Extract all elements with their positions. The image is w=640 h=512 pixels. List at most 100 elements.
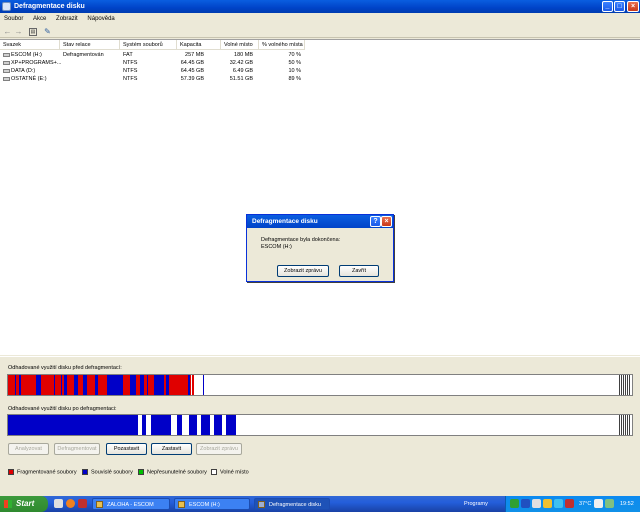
tray-icon[interactable] <box>532 499 541 508</box>
free-space: 180 MB <box>234 52 253 58</box>
legend-swatch <box>82 469 88 475</box>
stop-button[interactable]: Zastavit <box>151 443 192 455</box>
properties-icon[interactable]: ▤ <box>29 28 37 36</box>
free-space: 6.49 GB <box>232 68 253 74</box>
dialog-volume: ESCOM (H:) <box>261 244 292 250</box>
folder-icon <box>96 501 103 508</box>
cluster-segment <box>188 375 190 395</box>
table-row[interactable]: XP+PROGRAMS+... NTFS 64.45 GB 32.42 GB 5… <box>0 59 320 67</box>
close-button[interactable]: × <box>627 1 639 12</box>
temperature: 37°C <box>579 501 592 507</box>
cluster-segment <box>201 415 210 435</box>
capacity: 57.39 GB <box>180 76 204 82</box>
after-defrag-label: Odhadované využití disku po defragmentac… <box>8 406 117 412</box>
system-tray: 37°C 19:52 <box>505 496 640 512</box>
before-defrag-label: Odhadované využití disku před defragment… <box>8 365 122 371</box>
tray-icon[interactable] <box>594 499 603 508</box>
help-icon[interactable]: ? <box>370 216 381 227</box>
start-button[interactable]: Start <box>0 496 48 512</box>
table-row[interactable]: DATA (D:) NTFS 64.45 GB 6.49 GB 10 % <box>0 67 320 75</box>
toolbar: ← → ▤ ✎ <box>0 25 640 38</box>
percent-free: 70 % <box>288 52 301 58</box>
dialog-message: Defragmentace byla dokončena: <box>261 237 341 243</box>
cluster-segment <box>214 415 222 435</box>
column-capacity[interactable]: Kapacita <box>177 40 221 50</box>
free-space: 51.51 GB <box>229 76 253 82</box>
cluster-segment <box>621 415 622 435</box>
volume-name: ESCOM (H:) <box>11 52 42 58</box>
tray-icon[interactable] <box>521 499 530 508</box>
table-row[interactable]: ESCOM (H:) Defragmentován FAT 257 MB 180… <box>0 51 320 59</box>
file-system: NTFS <box>123 60 138 66</box>
menu-soubor[interactable]: Soubor <box>0 13 27 25</box>
tray-icon[interactable] <box>543 499 552 508</box>
taskbar: Start ZALOHA - ESCOM ESCOM (H:) Defragme… <box>0 496 640 512</box>
cluster-segment <box>619 375 620 395</box>
cluster-segment <box>151 415 171 435</box>
analyze-button[interactable]: Analyzovat <box>8 443 49 455</box>
column-free-space[interactable]: Volné místo <box>221 40 259 50</box>
tray-icon[interactable] <box>554 499 563 508</box>
legend-label: Souvislé soubory <box>91 469 133 476</box>
maximize-button[interactable]: □ <box>614 1 625 12</box>
media-icon[interactable] <box>78 499 87 508</box>
after-defrag-map <box>7 414 633 436</box>
volume-list: Svazek Stav relace Systém souborů Kapaci… <box>0 39 640 355</box>
task-zaloha[interactable]: ZALOHA - ESCOM <box>92 498 170 510</box>
drive-icon <box>3 68 10 73</box>
drive-icon <box>3 76 10 81</box>
column-percent-free[interactable]: % volného místa <box>259 40 305 50</box>
pause-button[interactable]: Pozastavit <box>106 443 147 455</box>
legend-swatch <box>8 469 14 475</box>
menu-napoveda[interactable]: Nápověda <box>83 13 118 25</box>
volume-name: XP+PROGRAMS+... <box>11 60 62 66</box>
tray-icon[interactable] <box>510 499 519 508</box>
cluster-segment <box>621 375 622 395</box>
task-defrag[interactable]: Defragmentace disku <box>254 498 330 510</box>
cluster-segment <box>623 375 624 395</box>
help-icon[interactable]: ✎ <box>43 27 52 36</box>
firefox-icon[interactable] <box>66 499 75 508</box>
defrag-app-icon <box>2 2 11 11</box>
menu-akce[interactable]: Akce <box>29 13 50 25</box>
legend-label: Nepřesunutelné soubory <box>147 469 207 476</box>
main-window: Defragmentace disku _ □ × Soubor Akce Zo… <box>0 0 640 496</box>
column-session-status[interactable]: Stav relace <box>60 40 120 50</box>
forward-arrow-icon[interactable]: → <box>14 27 23 36</box>
menu-zobrazit[interactable]: Zobrazit <box>52 13 82 25</box>
completion-dialog: Defragmentace disku ? × Defragmentace by… <box>246 214 394 282</box>
task-label: Defragmentace disku <box>269 502 321 508</box>
column-file-system[interactable]: Systém souborů <box>120 40 177 50</box>
clock: 19:52 <box>620 501 634 507</box>
cluster-segment <box>189 415 197 435</box>
file-system: NTFS <box>123 68 138 74</box>
legend-label: Fragmentované soubory <box>17 469 77 476</box>
quicklaunch-icon[interactable] <box>54 499 63 508</box>
cluster-segment <box>226 415 236 435</box>
file-system: NTFS <box>123 76 138 82</box>
dialog-close-icon[interactable]: × <box>381 216 392 227</box>
task-escom[interactable]: ESCOM (H:) <box>174 498 250 510</box>
capacity: 257 MB <box>185 52 204 58</box>
back-arrow-icon[interactable]: ← <box>3 27 12 36</box>
defragment-button[interactable]: Defragmentovat <box>54 443 100 455</box>
dialog-close-button[interactable]: Zavřít <box>339 265 379 277</box>
column-volume[interactable]: Svazek <box>0 40 60 50</box>
legend-swatch <box>211 469 217 475</box>
title-bar[interactable]: Defragmentace disku _ □ × <box>0 0 640 13</box>
before-defrag-map <box>7 374 633 396</box>
view-report-button[interactable]: Zobrazit zprávu <box>196 443 242 455</box>
volume-name: OSTATNÉ (E:) <box>11 76 47 82</box>
tray-icon[interactable] <box>565 499 574 508</box>
free-space: 32.42 GB <box>229 60 253 66</box>
show-report-button[interactable]: Zobrazit zprávu <box>277 265 329 277</box>
table-row[interactable]: OSTATNÉ (E:) NTFS 57.39 GB 51.51 GB 89 % <box>0 75 320 83</box>
legend-label: Volné místo <box>220 469 249 476</box>
programs-label[interactable]: Programy <box>464 496 488 512</box>
minimize-button[interactable]: _ <box>602 1 613 12</box>
drive-icon <box>3 52 10 57</box>
percent-free: 89 % <box>288 76 301 82</box>
drive-icon <box>3 60 10 65</box>
task-label: ZALOHA - ESCOM <box>107 502 154 508</box>
volume-icon[interactable] <box>605 499 614 508</box>
